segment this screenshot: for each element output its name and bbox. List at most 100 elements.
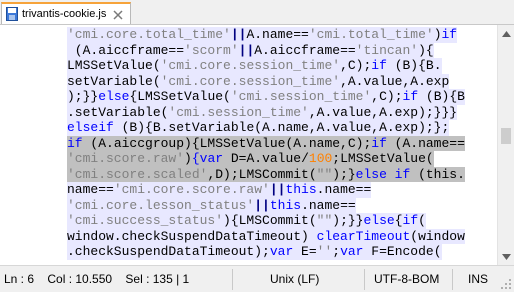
fold-margin[interactable]	[47, 25, 61, 265]
code-token: ,D);LMSCommit(	[207, 166, 317, 182]
code-token: 'scorm'	[184, 42, 239, 58]
code-token: ,C);	[340, 58, 372, 73]
code-token: ||	[238, 42, 255, 58]
code-token: (B){B.	[386, 58, 442, 73]
code-token: 'cmi.core.session_time'	[160, 58, 341, 73]
code-token: (A.aiccgroup){LMSSetValue(A.name,C);	[82, 135, 372, 151]
scrollbar-thumb[interactable]	[501, 128, 511, 144]
code-token: name==	[67, 182, 114, 197]
code-token: 'cmi.core.lesson_status'	[67, 197, 255, 213]
code-token: if	[402, 89, 419, 104]
code-token: clearTimeout	[316, 228, 411, 244]
code-token: )	[184, 151, 192, 166]
code-token: (window	[410, 228, 465, 244]
code-line[interactable]: (A.aiccframe=='scorm'||A.aiccframe=='tin…	[67, 42, 434, 58]
code-token: ){LMSCommit(	[223, 213, 317, 228]
code-line[interactable]: .checkSuspendDataTimeout);var E='';var F…	[67, 244, 442, 260]
encoding[interactable]: UTF-8-BOM	[374, 271, 439, 288]
insert-mode[interactable]: INS	[468, 271, 488, 288]
code-token: E=	[293, 244, 317, 259]
code-token: else	[67, 120, 99, 135]
code-token: ""	[316, 213, 333, 228]
code-token: (B){B	[418, 89, 465, 104]
code-line[interactable]: name=='cmi.core.score.raw'||this.name==	[67, 182, 372, 198]
code-line[interactable]: 'cmi.score.raw'){var D=A.value/100;LMSSe…	[67, 151, 434, 167]
notepad-plus-plus-window: trivantis-cookie.js 'cmi.core.total_time…	[0, 0, 514, 292]
code-token: {	[394, 213, 403, 228]
code-token: if	[441, 27, 458, 42]
code-token: .setVariable(	[67, 104, 169, 120]
code-token: ){	[418, 42, 434, 58]
code-token: var	[269, 244, 294, 259]
code-token: 'cmi.core.score.raw'	[113, 182, 270, 197]
cursor-position: Ln : 6 Col : 10.550 Sel : 135 | 1	[4, 272, 190, 286]
code-token: ,C);	[371, 89, 403, 104]
code-token: ''	[316, 244, 333, 259]
code-token: {LMSSetValue(	[129, 89, 231, 104]
code-token: (A.aiccframe==	[67, 42, 185, 58]
code-token: else	[98, 89, 130, 104]
status-divider	[452, 269, 453, 290]
editor[interactable]: 'cmi.core.total_time'||A.name=='cmi.tota…	[0, 25, 497, 265]
code-token: 100	[308, 151, 333, 166]
code-token: 'cmi.session_time'	[168, 104, 309, 120]
code-token: 'cmi.total_time'	[308, 27, 434, 42]
code-token: 'cmi.success_status'	[67, 213, 224, 228]
code-token: .checkSuspendDataTimeout);	[67, 244, 270, 259]
tab-bar: trivantis-cookie.js	[0, 0, 514, 25]
code-token: var	[340, 244, 364, 259]
scroll-down-arrow-icon[interactable]	[498, 248, 514, 265]
code-line[interactable]: 'cmi.score.scaled',D);LMSCommit("");}els…	[67, 166, 465, 182]
code-token: (A.name==	[386, 135, 465, 151]
code-line[interactable]: LMSSetValue('cmi.core.session_time',C);i…	[67, 58, 442, 74]
code-token: D=A.value/	[223, 151, 309, 166]
code-token: if	[67, 135, 83, 151]
code-token: 'cmi.core.session_time'	[160, 73, 341, 89]
code-line[interactable]: );}}else{LMSSetValue('cmi.session_time',…	[67, 89, 465, 105]
code-line[interactable]: window.checkSuspendDataTimeout) clearTim…	[67, 228, 465, 244]
code-token: ""	[316, 166, 333, 182]
code-line[interactable]: 'cmi.core.total_time'||A.name=='cmi.tota…	[67, 27, 458, 43]
code-line[interactable]: 'cmi.success_status'){LMSCommit("");}}el…	[67, 213, 426, 229]
code-line[interactable]: if (A.aiccgroup){LMSSetValue(A.name,C);i…	[67, 135, 465, 151]
code-token: else	[363, 213, 395, 228]
status-divider	[232, 269, 233, 290]
vertical-scrollbar[interactable]	[497, 25, 514, 265]
code-token: .name==	[316, 182, 372, 197]
code-token: F=Encode(	[363, 244, 442, 259]
code-token: (B){B.setVariable(A.name,A.value,A.exp);…	[113, 120, 450, 135]
tab-trivantis-cookie[interactable]: trivantis-cookie.js	[1, 2, 132, 24]
code-token: 'cmi.score.raw'	[67, 151, 185, 166]
status-bar: Ln : 6 Col : 10.550 Sel : 135 | 1 Unix (…	[0, 265, 514, 292]
code-token: (	[418, 213, 426, 228]
code-token: ;	[332, 244, 341, 259]
code-token: ||	[269, 182, 286, 197]
code-token: ||	[230, 27, 247, 42]
code-token: this	[285, 182, 317, 197]
status-divider	[364, 269, 365, 290]
code-token: if	[98, 120, 114, 135]
code-token: );}}	[67, 89, 99, 104]
code-token: if	[402, 213, 419, 228]
tab-label: trivantis-cookie.js	[22, 8, 107, 20]
code-token: );}	[332, 166, 356, 182]
eol-format[interactable]: Unix (LF)	[270, 271, 319, 288]
code-token: )	[433, 27, 442, 42]
code-token: if	[371, 58, 387, 73]
code-token: LMSSetValue(	[67, 58, 161, 73]
code-line[interactable]: setVariable('cmi.core.session_time',A.va…	[67, 73, 450, 89]
close-icon[interactable]	[112, 8, 124, 20]
code-token: this	[269, 197, 302, 213]
code-line[interactable]: 'cmi.core.lesson_status'||this.name==	[67, 197, 356, 213]
code-token: ;LMSSetValue(	[332, 151, 434, 166]
code-token: 'cmi.session_time'	[230, 89, 372, 104]
code-line[interactable]: elseif (B){B.setVariable(A.name,A.value,…	[67, 120, 450, 136]
scroll-up-arrow-icon[interactable]	[498, 25, 514, 42]
code-token: (this.	[410, 166, 465, 182]
code-text-area[interactable]: 'cmi.core.total_time'||A.name=='cmi.tota…	[61, 25, 497, 265]
code-token: ,A.value,A.exp);}}}	[308, 104, 458, 120]
code-token: {var	[191, 151, 224, 166]
file-saved-icon	[6, 7, 18, 21]
code-line[interactable]: .setVariable('cmi.session_time',A.value,…	[67, 104, 458, 120]
resize-grip-icon[interactable]	[500, 278, 512, 290]
